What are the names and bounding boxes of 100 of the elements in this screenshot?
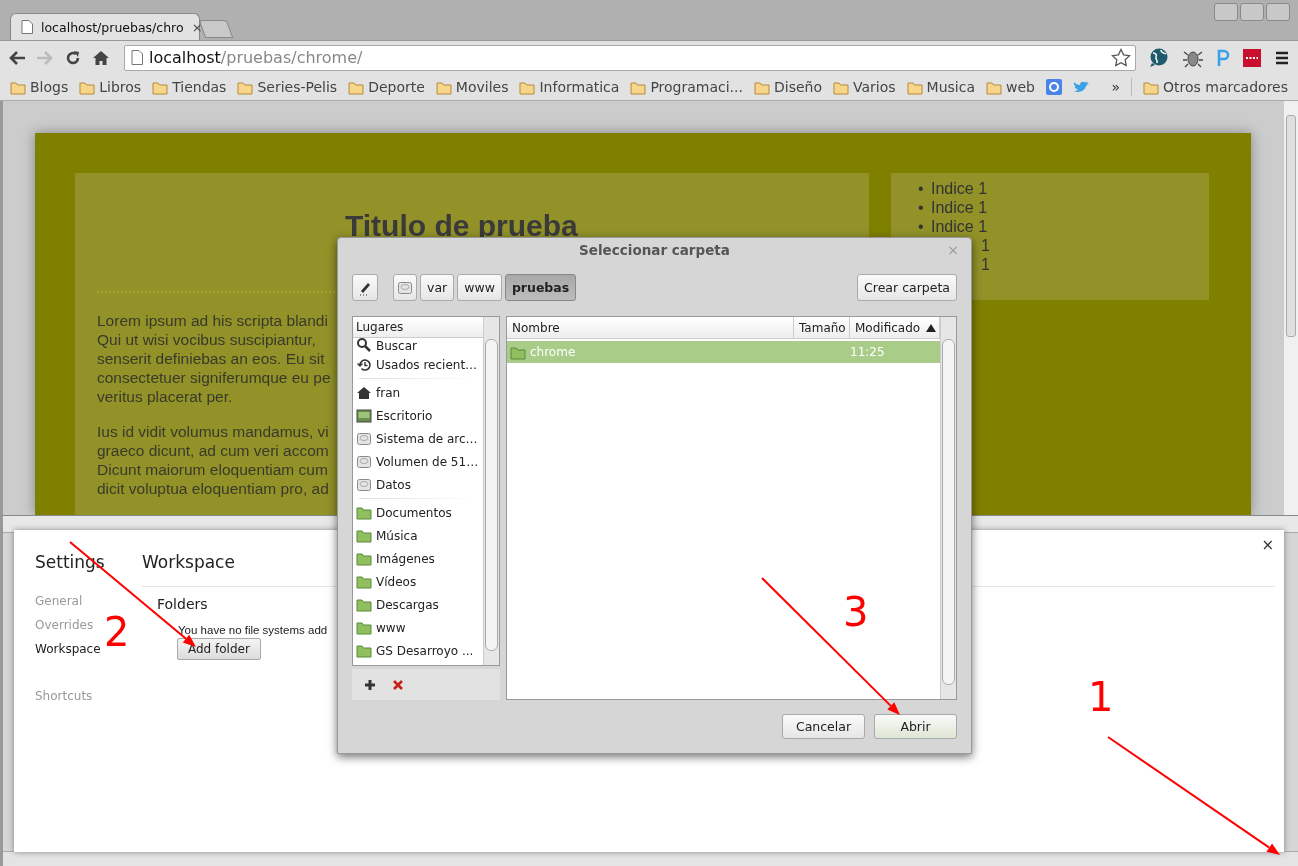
page-icon [131,50,143,65]
bookmarks-overflow-button[interactable]: » [1111,79,1120,95]
place-item[interactable]: Escritorio [353,404,483,427]
search-icon [356,337,372,353]
letter-p-icon[interactable] [1216,47,1230,68]
page-title: Titulo de prueba [345,209,579,243]
place-item[interactable]: Documentos [353,501,483,524]
place-item[interactable]: Música [353,524,483,547]
bullet: • [918,198,925,217]
index-item: Indice 1 [931,217,988,236]
create-folder-button[interactable]: Crear carpeta [857,274,957,302]
add-icon[interactable] [364,678,376,691]
place-item[interactable]: Volumen de 51… [353,450,483,473]
annotation-number: 3 [843,592,869,632]
bookmark-folder[interactable]: Informatica [519,79,620,95]
place-item[interactable]: Descargas [353,593,483,616]
maximize-button[interactable] [1240,3,1264,21]
folder-icon [348,79,365,95]
folder-icon [906,79,923,95]
folder-icon [986,79,1002,95]
close-button[interactable]: × [1261,536,1274,554]
bookmark-folder[interactable]: Programaci... [630,79,743,95]
paragraph: Ius id vidit volumus mandamus, vi graeco dicunt, ad cum veri accom Dicunt maiorum eloquentiam cum dicit voluptua eloquentiam pro, ad [97,422,329,498]
scrollbar[interactable] [1283,101,1298,515]
folder-icon [753,79,770,95]
folder-icon [356,643,372,658]
place-item[interactable]: Sistema de arc… [353,427,483,450]
bird-icon[interactable] [1072,79,1091,95]
folder-icon [356,574,372,589]
address-bar[interactable]: localhost/pruebas/chrome/ [124,44,1136,71]
bookmark-folder[interactable]: Series-Pelis [237,79,338,95]
index-item: 1 [981,255,990,274]
bookmark-folder[interactable]: Deporte [348,79,425,95]
place-item[interactable]: GS Desarroyo ... [353,639,483,662]
drive-icon [397,279,413,296]
bookmark-folder[interactable]: Tiendas [152,79,227,95]
drive-icon [356,430,372,447]
folder-icon [1143,79,1159,95]
scrollbar[interactable] [940,317,956,699]
edit-path-button[interactable] [352,274,378,302]
home-icon[interactable] [92,48,110,67]
close-button[interactable] [1266,3,1290,21]
reload-icon[interactable] [64,48,82,67]
path-button[interactable]: var [420,274,455,302]
folder-icon [79,79,96,95]
bookmark-folder[interactable]: Musica [906,79,975,95]
bookmark-extension-icon[interactable] [1242,47,1262,68]
place-item[interactable]: www [353,616,483,639]
home-icon [356,384,372,401]
cancel-button[interactable]: Cancelar [782,714,865,739]
folder-icon [152,79,169,95]
annotation-number: 1 [1088,677,1114,717]
index-item: Indice 1 [931,179,988,198]
place-item[interactable]: fran [353,381,483,404]
folder-icon [356,551,372,566]
folder-icon [237,79,254,95]
page-icon [21,20,33,34]
folder-icon [833,79,849,95]
place-item[interactable]: Datos [353,473,483,496]
bookmark-folder[interactable]: Varios [833,79,896,95]
paragraph: Lorem ipsum ad his scripta blandi Qui ut wisi vocibus suscipiantur, senserit definiebas an eos. Eu sit consectetuer signiferumque eu pe veritus placerat per. [97,311,331,406]
settings-nav-item[interactable]: Workspace [35,642,101,657]
scrollbar[interactable] [483,317,499,665]
star-icon[interactable] [1111,47,1131,68]
index-item: Indice 1 [931,198,988,217]
menu-icon[interactable] [1274,49,1290,66]
bookmark-folder[interactable]: Otros marcadores [1143,79,1288,95]
add-folder-button[interactable]: Add folder [177,638,261,660]
place-item[interactable]: Buscar [353,338,483,353]
dialog-title: Seleccionar carpeta [579,242,730,259]
tab-title: localhost/pruebas/chro [41,19,184,35]
drive-icon [356,476,372,493]
bookmark-folder[interactable]: web [986,79,1035,95]
folder-icon [10,79,26,95]
folder-icon [519,79,536,95]
open-button[interactable]: Abrir [874,714,957,739]
bookmark-folder[interactable]: Blogs [10,79,69,95]
back-arrow-icon[interactable] [8,49,26,66]
remove-icon[interactable] [392,678,404,691]
bullet: • [918,217,925,236]
column-header[interactable]: Tamaño [794,317,850,338]
history-icon [356,356,372,373]
path-button[interactable]: pruebas [504,274,577,302]
bookmark-folder[interactable]: Moviles [435,79,509,95]
index-item: 1 [981,236,990,255]
path-button[interactable]: www [457,274,502,302]
folder-icon [510,344,526,360]
folder-icon [356,505,372,520]
folder-icon [356,597,372,612]
empty-message: You have no file systems add [178,624,328,636]
globe-icon[interactable] [1148,47,1170,68]
bullet: • [918,179,925,198]
bookmark-folder[interactable]: Libros [79,79,142,95]
bookmark-folder[interactable]: Diseño [753,79,822,95]
place-item[interactable]: Usados recient… [353,353,483,376]
desktop-icon [356,407,372,424]
path-button[interactable] [393,274,417,302]
minimize-button[interactable] [1214,3,1238,21]
column-header[interactable]: Nombre [507,317,794,338]
folder-icon [356,528,372,543]
